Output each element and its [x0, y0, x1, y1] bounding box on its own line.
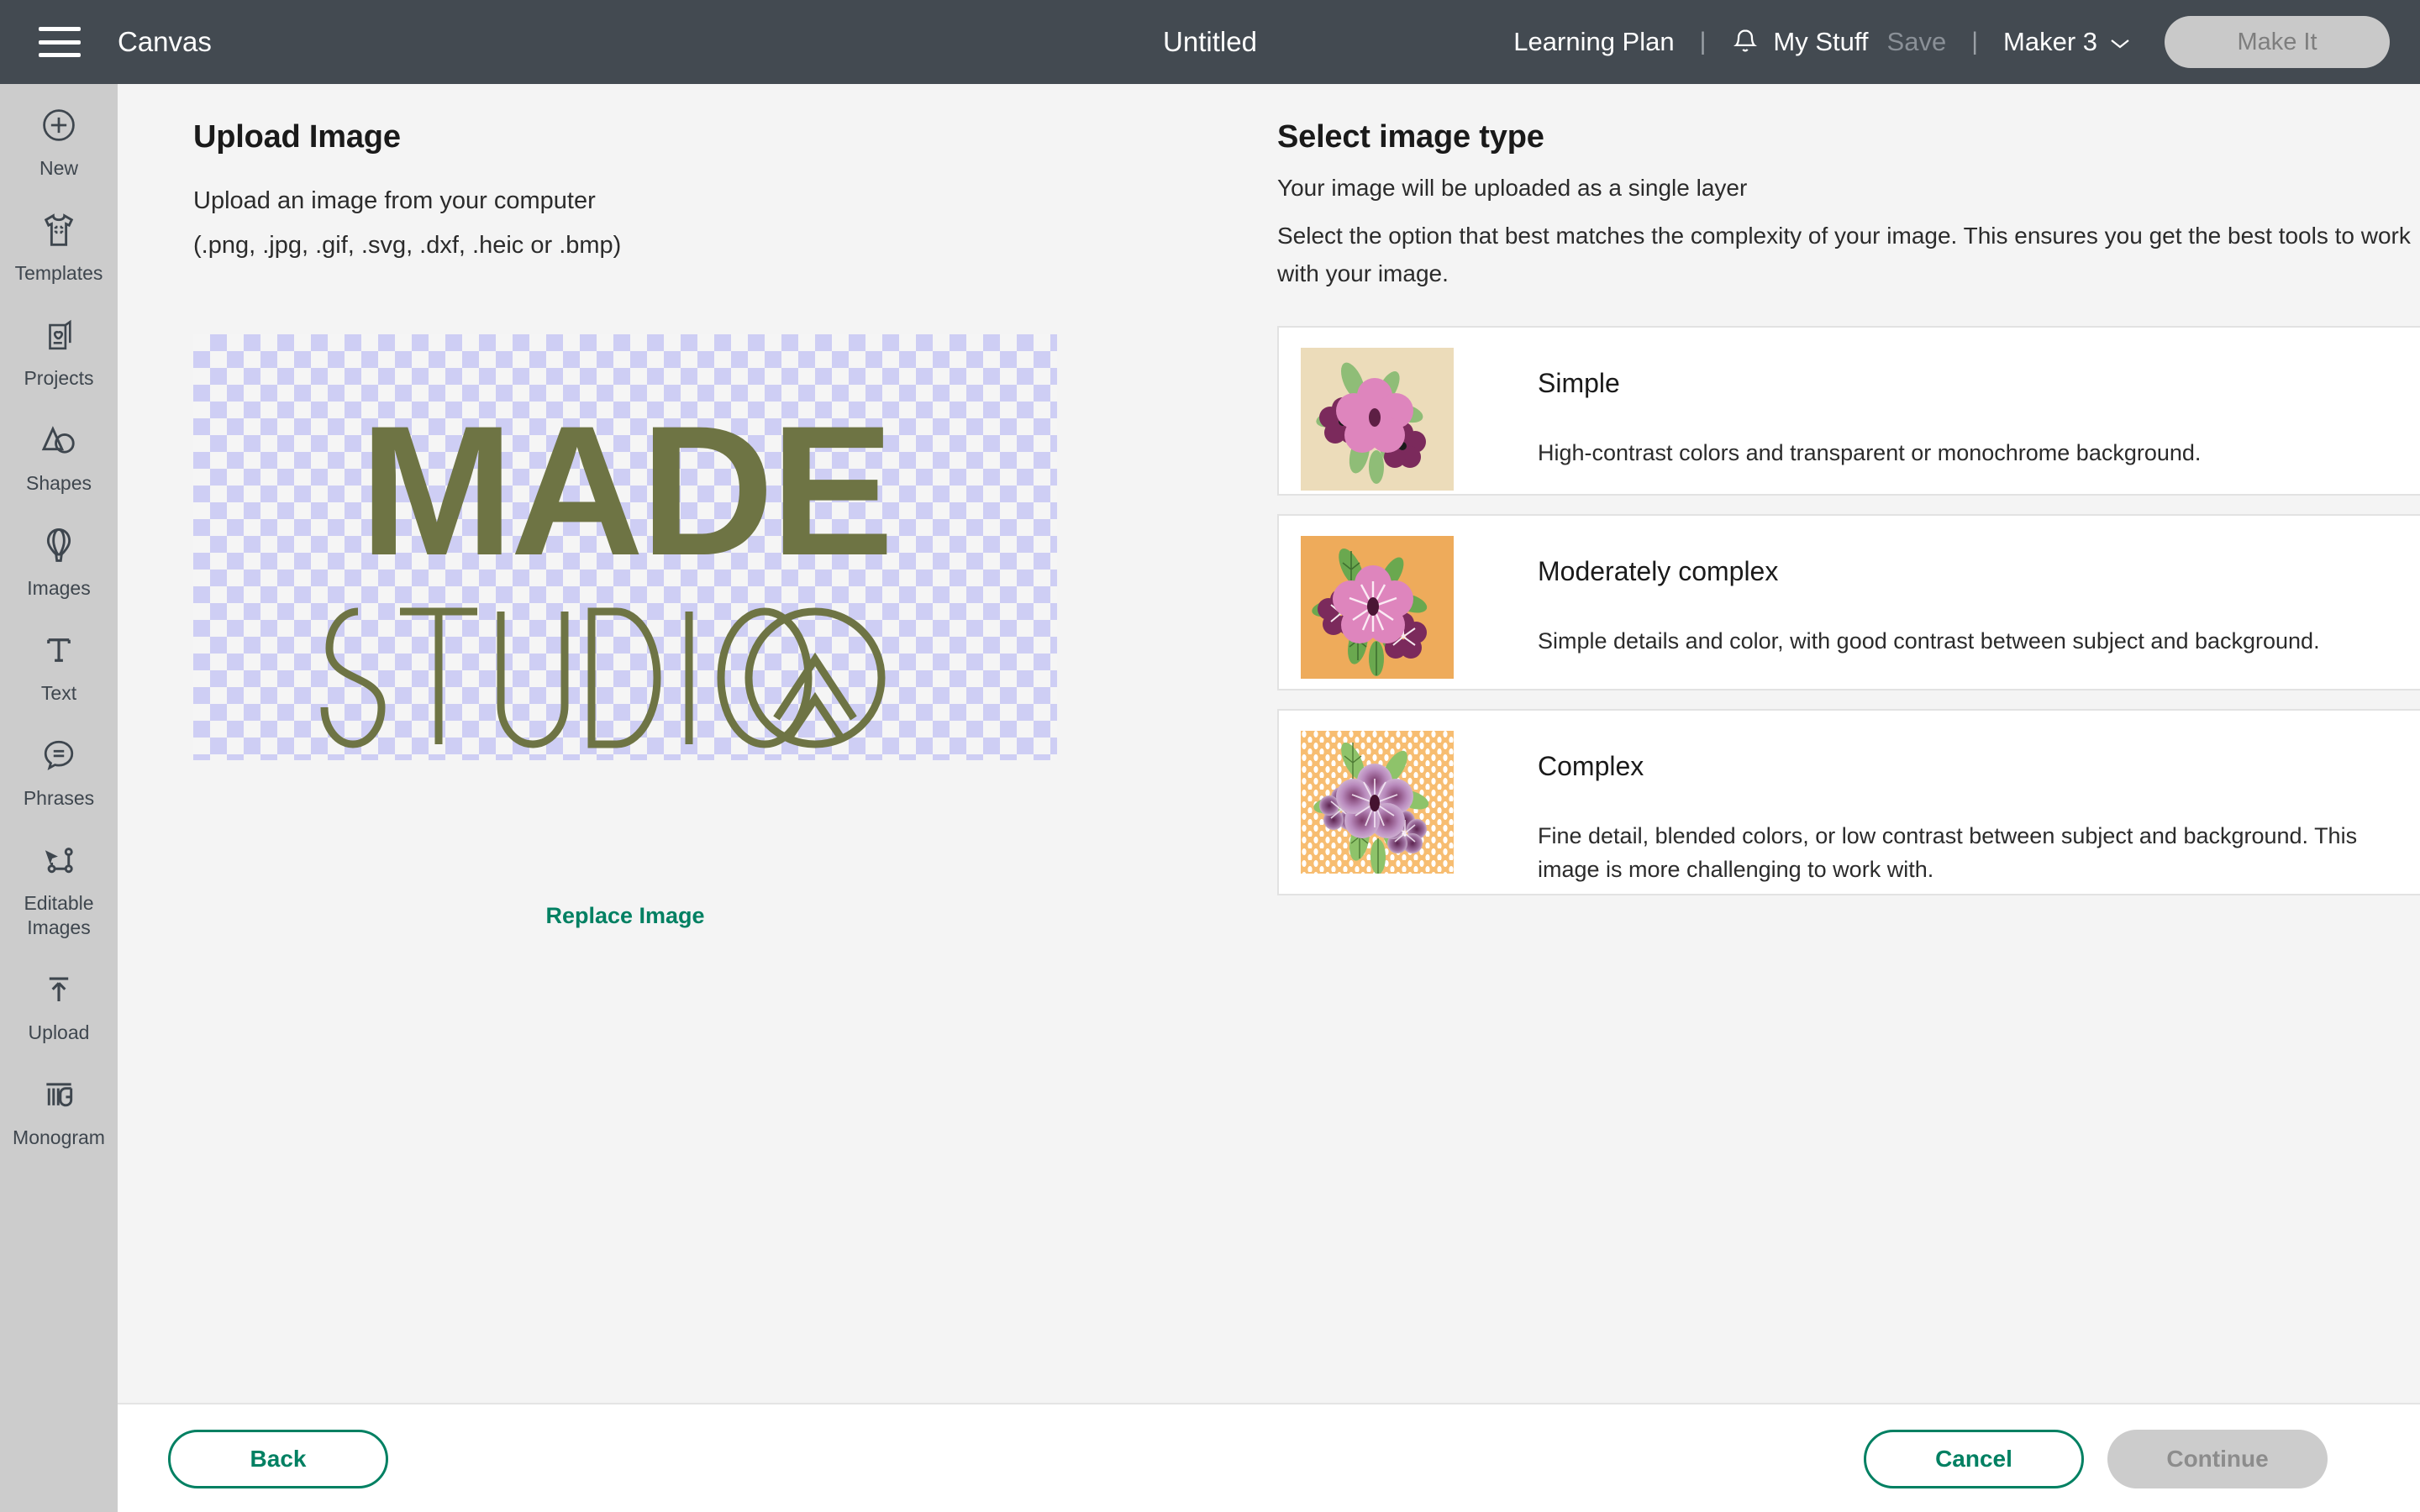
sidebar-item-phrases[interactable]: Phrases — [0, 714, 118, 819]
sidebar-item-label: Upload — [29, 1021, 90, 1045]
sidebar-item-monogram[interactable]: Monogram — [0, 1053, 118, 1158]
separator-2: | — [1971, 28, 1978, 56]
node-path-icon — [36, 837, 82, 883]
separator-1: | — [1700, 28, 1707, 56]
option-description: High-contrast colors and transparent or … — [1538, 436, 2201, 470]
image-preview: MADE — [193, 334, 1057, 760]
chevron-down-icon — [2109, 27, 2131, 57]
section-title: Select image type — [1277, 119, 1544, 155]
option-card-body: Moderately complex Simple details and co… — [1538, 536, 2320, 658]
option-card-moderately-complex[interactable]: Moderately complex Simple details and co… — [1277, 514, 2420, 690]
text-t-icon — [36, 627, 82, 673]
option-card-body: Complex Fine detail, blended colors, or … — [1538, 731, 2398, 886]
sidebar-item-label: Projects — [24, 366, 93, 391]
sidebar-item-shapes[interactable]: Shapes — [0, 399, 118, 504]
tshirt-icon — [36, 207, 82, 253]
shapes-icon — [36, 417, 82, 463]
replace-image-link[interactable]: Replace Image — [193, 903, 1057, 929]
monogram-mg-icon — [36, 1072, 82, 1117]
machine-selector[interactable]: Maker 3 — [2003, 27, 2131, 57]
sidebar-item-label: New — [39, 156, 78, 181]
sidebar-item-label: Editable Images — [3, 891, 114, 940]
hot-air-balloon-icon — [36, 522, 82, 568]
single-layer-note: Your image will be uploaded as a single … — [1277, 175, 1747, 202]
sidebar-item-label: Monogram — [13, 1126, 105, 1150]
made-studio-logo: MADE — [193, 334, 1057, 760]
sidebar-item-editable-images[interactable]: Editable Images — [0, 819, 118, 948]
select-option-instructions: Select the option that best matches the … — [1277, 217, 2420, 292]
left-sidebar: New Templates Projects — [0, 84, 118, 1512]
option-card-complex[interactable]: Complex Fine detail, blended colors, or … — [1277, 709, 2420, 895]
sidebar-item-new[interactable]: New — [0, 84, 118, 189]
sidebar-item-templates[interactable]: Templates — [0, 189, 118, 294]
sidebar-item-label: Images — [27, 576, 90, 601]
sidebar-item-text[interactable]: Text — [0, 609, 118, 714]
complex-flower-thumbnail — [1301, 731, 1454, 874]
make-it-button[interactable]: Make It — [2165, 16, 2390, 68]
sidebar-item-label: Phrases — [24, 786, 94, 811]
upload-hint-line-1: Upload an image from your computer — [193, 178, 596, 223]
hamburger-icon[interactable] — [39, 27, 81, 57]
learning-plan-link[interactable]: Learning Plan — [1513, 27, 1674, 57]
continue-button[interactable]: Continue — [2107, 1430, 2328, 1488]
sidebar-item-projects[interactable]: Projects — [0, 294, 118, 399]
option-title: Complex — [1538, 751, 2398, 782]
footer-bar: Back Cancel Continue — [118, 1403, 2420, 1512]
top-bar-right-group: Learning Plan | My Stuff Save | Maker 3 … — [1513, 0, 2420, 84]
svg-text:MADE: MADE — [360, 387, 891, 594]
top-bar: Canvas Untitled Learning Plan | My Stuff… — [0, 0, 2420, 84]
page-title: Upload Image — [193, 119, 401, 155]
upload-hint-line-2: (.png, .jpg, .gif, .svg, .dxf, .heic or … — [193, 223, 621, 268]
my-stuff-link[interactable]: My Stuff — [1773, 27, 1868, 57]
cancel-button[interactable]: Cancel — [1864, 1430, 2084, 1488]
back-button[interactable]: Back — [168, 1430, 388, 1488]
speech-bubble-icon — [36, 732, 82, 778]
sidebar-item-label: Shapes — [26, 471, 92, 496]
option-title: Moderately complex — [1538, 556, 2320, 587]
option-title: Simple — [1538, 368, 2201, 399]
moderately-complex-flower-thumbnail — [1301, 536, 1454, 679]
main-content: Upload Image Upload an image from your c… — [118, 84, 2420, 1403]
image-type-options: Simple High-contrast colors and transpar… — [1277, 326, 2420, 914]
sidebar-item-images[interactable]: Images — [0, 504, 118, 609]
option-card-simple[interactable]: Simple High-contrast colors and transpar… — [1277, 326, 2420, 496]
canvas-label[interactable]: Canvas — [118, 0, 212, 84]
option-description: Simple details and color, with good cont… — [1538, 624, 2320, 658]
sidebar-item-label: Text — [41, 681, 76, 706]
bell-icon[interactable] — [1731, 27, 1760, 57]
plus-circle-icon — [36, 102, 82, 148]
machine-label: Maker 3 — [2003, 27, 2097, 57]
option-description: Fine detail, blended colors, or low cont… — [1538, 819, 2398, 886]
save-button[interactable]: Save — [1887, 27, 1947, 57]
sidebar-item-upload[interactable]: Upload — [0, 948, 118, 1053]
card-heart-icon — [36, 312, 82, 358]
sidebar-item-label: Templates — [15, 261, 103, 286]
option-card-body: Simple High-contrast colors and transpar… — [1538, 348, 2201, 470]
simple-flower-thumbnail — [1301, 348, 1454, 491]
upload-arrow-icon — [36, 967, 82, 1012]
